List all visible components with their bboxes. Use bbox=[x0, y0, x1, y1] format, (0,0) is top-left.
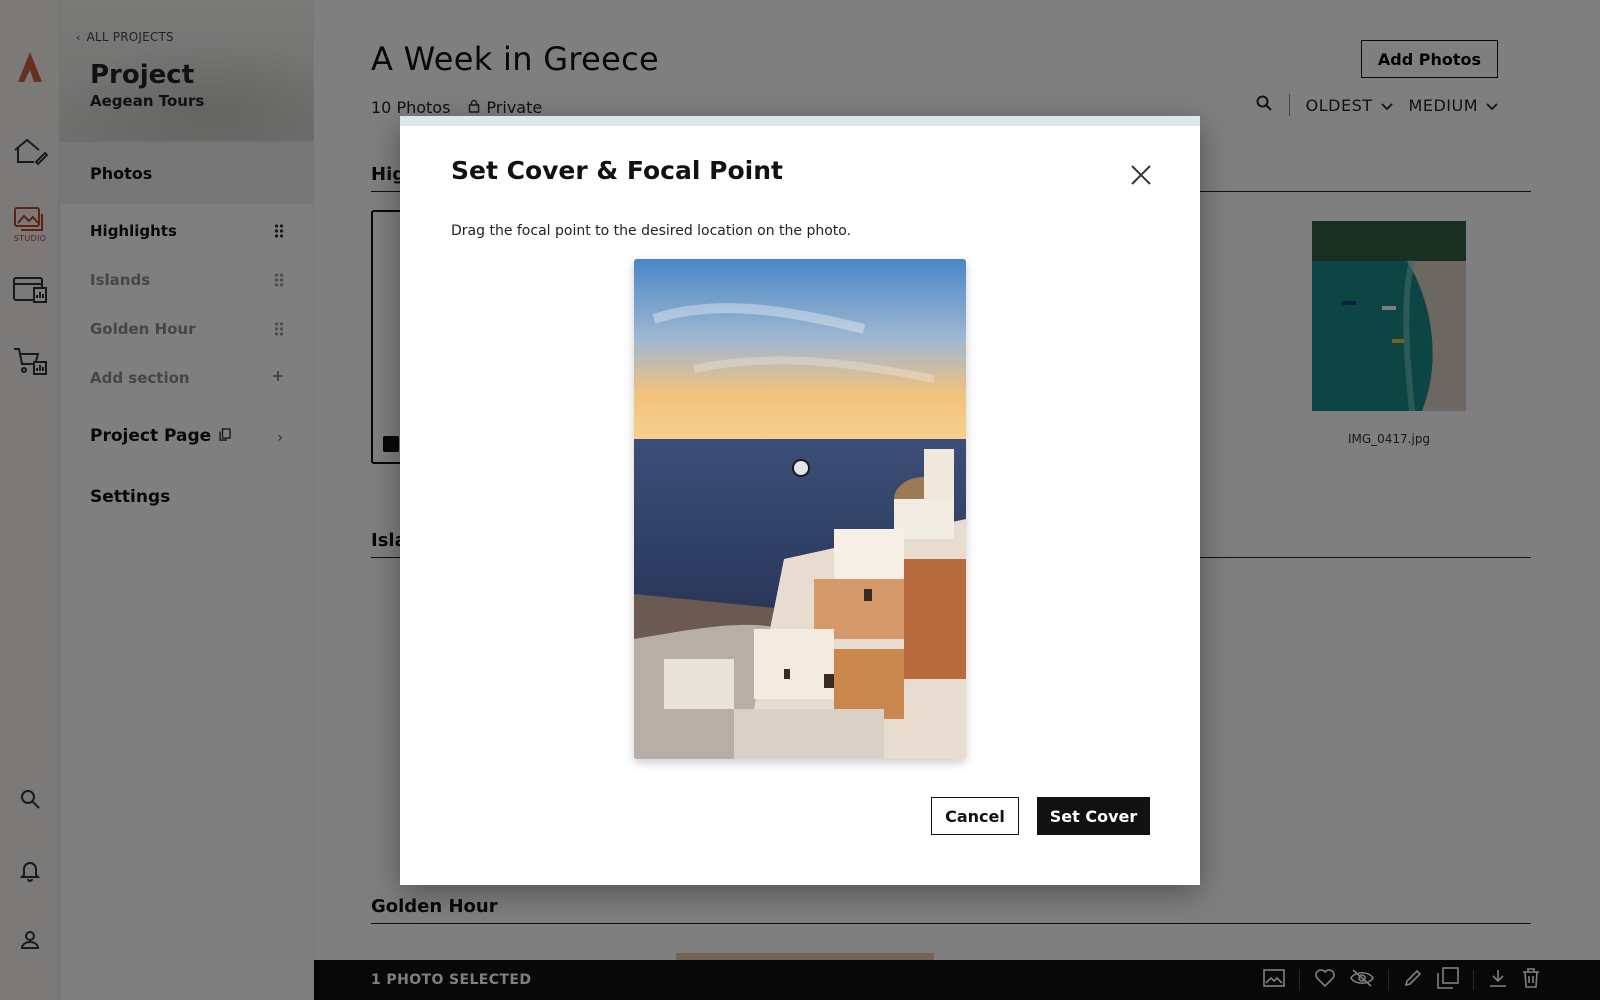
project-kicker: Project bbox=[90, 60, 195, 90]
chevron-left-icon: ‹ bbox=[76, 30, 81, 44]
set-cover-dialog: Set Cover & Focal Point Drag the focal p… bbox=[400, 116, 1200, 885]
all-projects-label: ALL PROJECTS bbox=[86, 30, 174, 44]
focal-point-handle[interactable] bbox=[792, 459, 810, 477]
dialog-top-band bbox=[400, 116, 1200, 126]
cancel-button[interactable]: Cancel bbox=[931, 797, 1019, 835]
dialog-title: Set Cover & Focal Point bbox=[451, 156, 783, 185]
close-icon[interactable] bbox=[1128, 162, 1154, 188]
focal-photo[interactable] bbox=[634, 259, 966, 759]
dialog-description: Drag the focal point to the desired loca… bbox=[451, 223, 852, 239]
project-name: Aegean Tours bbox=[90, 92, 205, 110]
set-cover-button[interactable]: Set Cover bbox=[1037, 797, 1150, 835]
all-projects-link[interactable]: ‹ ALL PROJECTS bbox=[76, 30, 174, 44]
